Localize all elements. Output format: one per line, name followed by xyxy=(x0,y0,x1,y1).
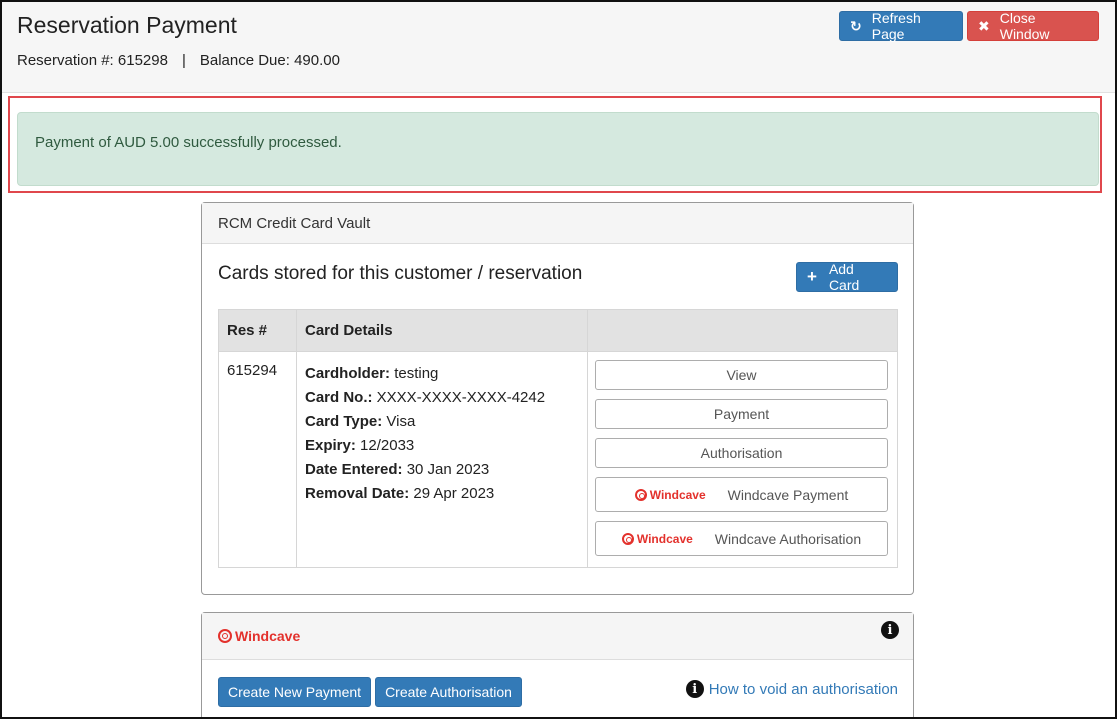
expiry-line: Expiry: 12/2033 xyxy=(305,434,579,458)
plus-icon: + xyxy=(807,267,817,286)
windcave-logo-icon: Windcave xyxy=(634,487,706,502)
refresh-page-label: Refresh Page xyxy=(871,10,921,42)
card-number-line: Card No.: XXXX-XXXX-XXXX-4242 xyxy=(305,386,579,410)
create-new-payment-button[interactable]: Create New Payment xyxy=(218,677,372,707)
how-to-void-label: How to void an authorisation xyxy=(708,680,898,698)
card-details-cell: Cardholder: testing Card No.: XXXX-XXXX-… xyxy=(296,351,588,568)
view-card-button[interactable]: View xyxy=(595,360,888,390)
payment-button[interactable]: Payment xyxy=(595,399,888,429)
windcave-payment-label: Windcave Payment xyxy=(727,486,849,503)
add-card-button[interactable]: + Add Card xyxy=(796,261,898,293)
windcave-action-buttons: Create New Payment Create Authorisation xyxy=(218,677,522,707)
success-alert: Payment of AUD 5.00 successfully process… xyxy=(17,112,1099,186)
refresh-page-button[interactable]: ↻ Refresh Page xyxy=(839,10,963,42)
detail-value: 29 Apr 2023 xyxy=(413,485,495,502)
reservation-summary: Reservation #: 615298 | Balance Due: 490.0… xyxy=(17,52,340,69)
create-authorisation-button[interactable]: Create Authorisation xyxy=(375,677,522,707)
detail-value: Visa xyxy=(386,413,416,430)
table-header-row: Res # Card Details xyxy=(218,309,898,352)
balance-due: Balance Due: 490.00 xyxy=(199,52,340,69)
card-type-line: Card Type: Visa xyxy=(305,410,579,434)
page-header: Reservation Payment Reservation #: 61529… xyxy=(2,2,1115,93)
authorisation-label: Authorisation xyxy=(700,445,783,461)
cardholder-line: Cardholder: testing xyxy=(305,362,579,386)
payment-window: Reservation Payment Reservation #: 61529… xyxy=(0,0,1117,719)
close-window-button[interactable]: ✖ Close Window xyxy=(967,10,1099,42)
windcave-authorisation-label: Windcave Authorisation xyxy=(714,530,862,547)
cards-table: Res # Card Details 615294 Cardholder: te… xyxy=(218,309,898,568)
windcave-payment-button[interactable]: Windcave Windcave Payment xyxy=(595,477,888,512)
refresh-icon: ↻ xyxy=(850,17,862,34)
windcave-logo-icon: Windcave xyxy=(621,531,693,546)
vault-panel-heading: RCM Credit Card Vault xyxy=(202,203,913,244)
detail-value: 12/2033 xyxy=(360,437,415,454)
removal-date-line: Removal Date: 29 Apr 2023 xyxy=(305,482,579,506)
card-actions-cell: View Payment Authorisation Windcave Wind… xyxy=(587,351,898,568)
close-window-label: Close Window xyxy=(999,10,1050,42)
table-row: 615294 Cardholder: testing Card No.: XXX… xyxy=(218,351,898,568)
success-message: Payment of AUD 5.00 successfully process… xyxy=(35,134,342,151)
view-label: View xyxy=(726,367,757,383)
info-icon[interactable]: i xyxy=(881,621,899,639)
windcave-logo-icon: Windcave xyxy=(218,628,300,644)
detail-label: Cardholder: xyxy=(305,365,391,382)
column-header-card-details: Card Details xyxy=(296,309,588,352)
windcave-logo-text: Windcave xyxy=(636,531,693,546)
add-card-label: Add Card xyxy=(828,261,860,293)
authorisation-button[interactable]: Authorisation xyxy=(595,438,888,468)
detail-label: Card Type: xyxy=(305,413,383,430)
detail-label: Date Entered: xyxy=(305,461,403,478)
create-authorisation-label: Create Authorisation xyxy=(385,684,512,700)
detail-label: Card No.: xyxy=(305,389,373,406)
windcave-panel: Windcave i Create New Payment Create Aut… xyxy=(201,612,914,717)
column-header-res: Res # xyxy=(218,309,297,352)
windcave-panel-heading: Windcave xyxy=(202,613,913,660)
credit-card-vault-panel: RCM Credit Card Vault Cards stored for t… xyxy=(201,202,914,595)
detail-value: 30 Jan 2023 xyxy=(406,461,490,478)
create-new-payment-label: Create New Payment xyxy=(228,684,362,700)
windcave-authorisation-button[interactable]: Windcave Windcave Authorisation xyxy=(595,521,888,556)
res-number-cell: 615294 xyxy=(218,351,297,568)
detail-label: Expiry: xyxy=(305,437,356,454)
cards-stored-title: Cards stored for this customer / reserva… xyxy=(218,263,583,284)
detail-label: Removal Date: xyxy=(305,485,410,502)
summary-separator: | xyxy=(181,52,186,69)
info-icon: i xyxy=(685,680,704,698)
column-header-actions xyxy=(587,309,898,352)
date-entered-line: Date Entered: 30 Jan 2023 xyxy=(305,458,579,482)
windcave-logo-text: Windcave xyxy=(649,487,706,502)
close-icon: ✖ xyxy=(978,17,990,34)
windcave-logo-text: Windcave xyxy=(235,628,301,644)
detail-value: XXXX-XXXX-XXXX-4242 xyxy=(376,389,546,406)
detail-value: testing xyxy=(394,365,439,382)
payment-label: Payment xyxy=(713,406,770,422)
reservation-number: Reservation #: 615298 xyxy=(17,52,168,69)
how-to-void-link[interactable]: i How to void an authorisation xyxy=(685,680,898,698)
page-title: Reservation Payment xyxy=(17,12,237,38)
